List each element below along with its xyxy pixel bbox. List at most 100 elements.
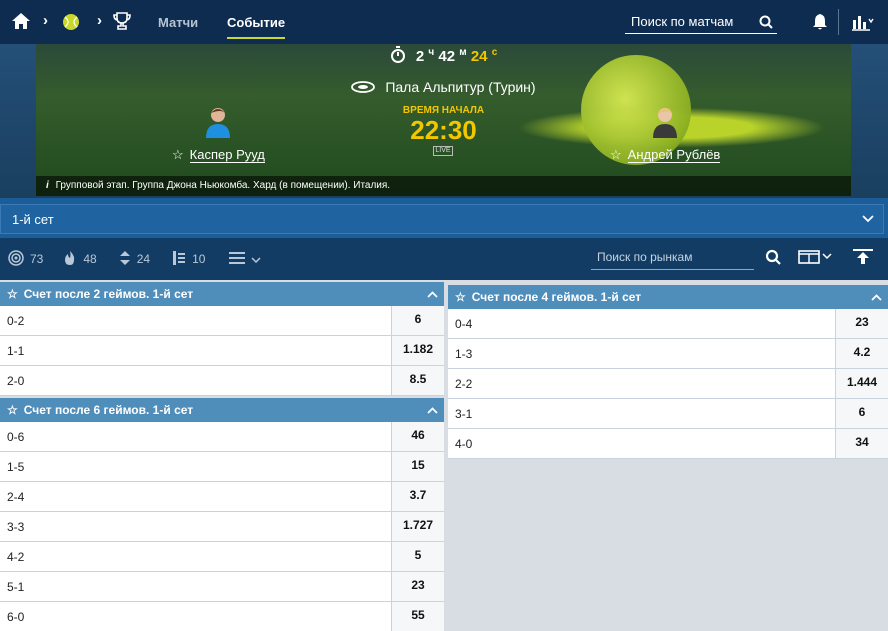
venue-name: Пала Альпитур (Турин) [385,79,536,95]
outcome-label: 5-1 [7,579,25,594]
match-search[interactable]: Поиск по матчам [625,10,777,34]
table-row: 1-5 15 [0,452,444,482]
more-filters-dropdown[interactable] [229,251,261,268]
odds-button[interactable]: 5 [391,542,444,571]
countdown-minutes: 42 [438,48,456,65]
market-title: Счет после 2 геймов. 1-й сет [23,287,194,301]
outcome-label: 3-3 [7,519,25,534]
filter-totals[interactable]: 10 [172,250,205,269]
handicap-icon [119,250,131,269]
set-selector-label: 1-й сет [12,211,54,227]
event-info-text: Групповой этап. Группа Джона Ньюкомба. Х… [55,180,391,191]
table-row: 1-3 4.2 [448,339,888,369]
home-player-name[interactable]: Каспер Рууд [189,147,265,163]
totals-icon [172,250,186,269]
search-icon[interactable] [765,249,781,270]
favorite-star-icon[interactable]: ☆ [610,147,622,163]
home-icon[interactable] [11,12,31,30]
list-icon [229,251,246,268]
live-badge: LIVE [433,146,453,156]
market-filters: 73 48 24 10 Поиск по рынкам [0,238,888,280]
table-row: 3-1 6 [448,399,888,429]
odds-button[interactable]: 4.2 [835,339,888,368]
home-player: ☆ Каспер Рууд [172,104,265,163]
odds-button[interactable]: 34 [835,429,888,458]
table-row: 6-0 55 [0,602,444,631]
fire-icon [63,250,77,269]
market-block: ☆ Счет после 4 геймов. 1-й сет 0-4 23 1-3… [448,285,888,459]
market-header[interactable]: ☆ Счет после 6 геймов. 1-й сет [0,398,444,422]
chevron-down-icon[interactable] [853,215,883,223]
odds-button[interactable]: 1.444 [835,369,888,398]
chevron-down-icon [251,252,261,266]
tennis-ball-icon[interactable] [62,13,80,31]
favorite-star-icon[interactable]: ☆ [172,147,184,163]
chevron-up-icon[interactable] [420,287,444,301]
bell-icon[interactable] [811,13,829,36]
table-row: 3-3 1.727 [0,512,444,542]
odds-button[interactable]: 3.7 [391,482,444,511]
filter-popular[interactable]: 48 [63,250,97,269]
odds-button[interactable]: 6 [835,399,888,428]
odds-button[interactable]: 15 [391,452,444,481]
countdown-timer: 2 ч 42 м 24 с [36,44,851,68]
chevron-right-icon: › [97,12,102,29]
collapse-all-icon[interactable] [852,248,874,271]
table-row: 0-4 23 [448,309,888,339]
stats-icon[interactable] [850,12,874,37]
stadium-icon [351,80,376,97]
set-selector[interactable]: 1-й сет [0,204,884,234]
outcome-label: 0-4 [455,316,473,331]
filter-handicap[interactable]: 24 [119,250,150,269]
favorite-star-icon[interactable]: ☆ [455,290,466,304]
odds-button[interactable]: 1.727 [391,512,444,541]
market-block: ☆ Счет после 2 геймов. 1-й сет 0-2 6 1-1 1… [0,282,444,396]
table-row: 4-2 5 [0,542,444,572]
filter-count: 48 [83,252,97,266]
chevron-up-icon[interactable] [420,403,444,417]
layout-columns-icon[interactable] [798,250,834,269]
tab-event[interactable]: Событие [227,0,286,44]
outcome-label: 4-2 [7,549,25,564]
market-header[interactable]: ☆ Счет после 2 геймов. 1-й сет [0,282,444,306]
chevron-up-icon[interactable] [864,290,888,304]
away-player-name[interactable]: Андрей Рублёв [627,147,721,163]
filter-count: 73 [30,252,44,266]
info-icon: i [46,180,49,191]
table-row: 1-1 1.182 [0,336,444,366]
table-row: 0-6 46 [0,422,444,452]
match-search-input[interactable]: Поиск по матчам [625,14,755,29]
market-title: Счет после 6 геймов. 1-й сет [23,403,194,417]
odds-button[interactable]: 55 [391,602,444,631]
trophy-icon[interactable] [112,12,132,30]
outcome-label: 1-3 [455,346,473,361]
search-icon[interactable] [755,15,777,29]
top-navbar: › › Матчи Событие Поиск по матчам [0,0,888,44]
event-info: i Групповой этап. Группа Джона Ньюкомба.… [46,180,390,191]
countdown-hours: 2 [415,48,425,65]
outcome-label: 2-2 [455,376,473,391]
table-row: 2-0 8.5 [0,366,444,396]
outcome-label: 3-1 [455,406,473,421]
odds-button[interactable]: 8.5 [391,366,444,395]
favorite-star-icon[interactable]: ☆ [7,403,18,417]
odds-button[interactable]: 46 [391,422,444,451]
odds-button[interactable]: 23 [835,309,888,338]
odds-button[interactable]: 23 [391,572,444,601]
table-row: 4-0 34 [448,429,888,459]
avatar [648,104,682,138]
market-header[interactable]: ☆ Счет после 4 геймов. 1-й сет [448,285,888,309]
countdown-seconds: 24 [470,48,488,65]
tab-matches[interactable]: Матчи [158,0,198,44]
table-row: 0-2 6 [0,306,444,336]
outcome-label: 4-0 [455,436,473,451]
filter-all[interactable]: 73 [8,249,44,269]
odds-button[interactable]: 6 [391,306,444,335]
nav-divider [838,9,839,35]
favorite-star-icon[interactable]: ☆ [7,287,18,301]
outcome-label: 1-5 [7,459,25,474]
market-search-input[interactable]: Поиск по рынкам [591,244,754,270]
all-markets-icon [8,249,24,269]
odds-button[interactable]: 1.182 [391,336,444,365]
set-selector-bar: 1-й сет [0,198,888,238]
